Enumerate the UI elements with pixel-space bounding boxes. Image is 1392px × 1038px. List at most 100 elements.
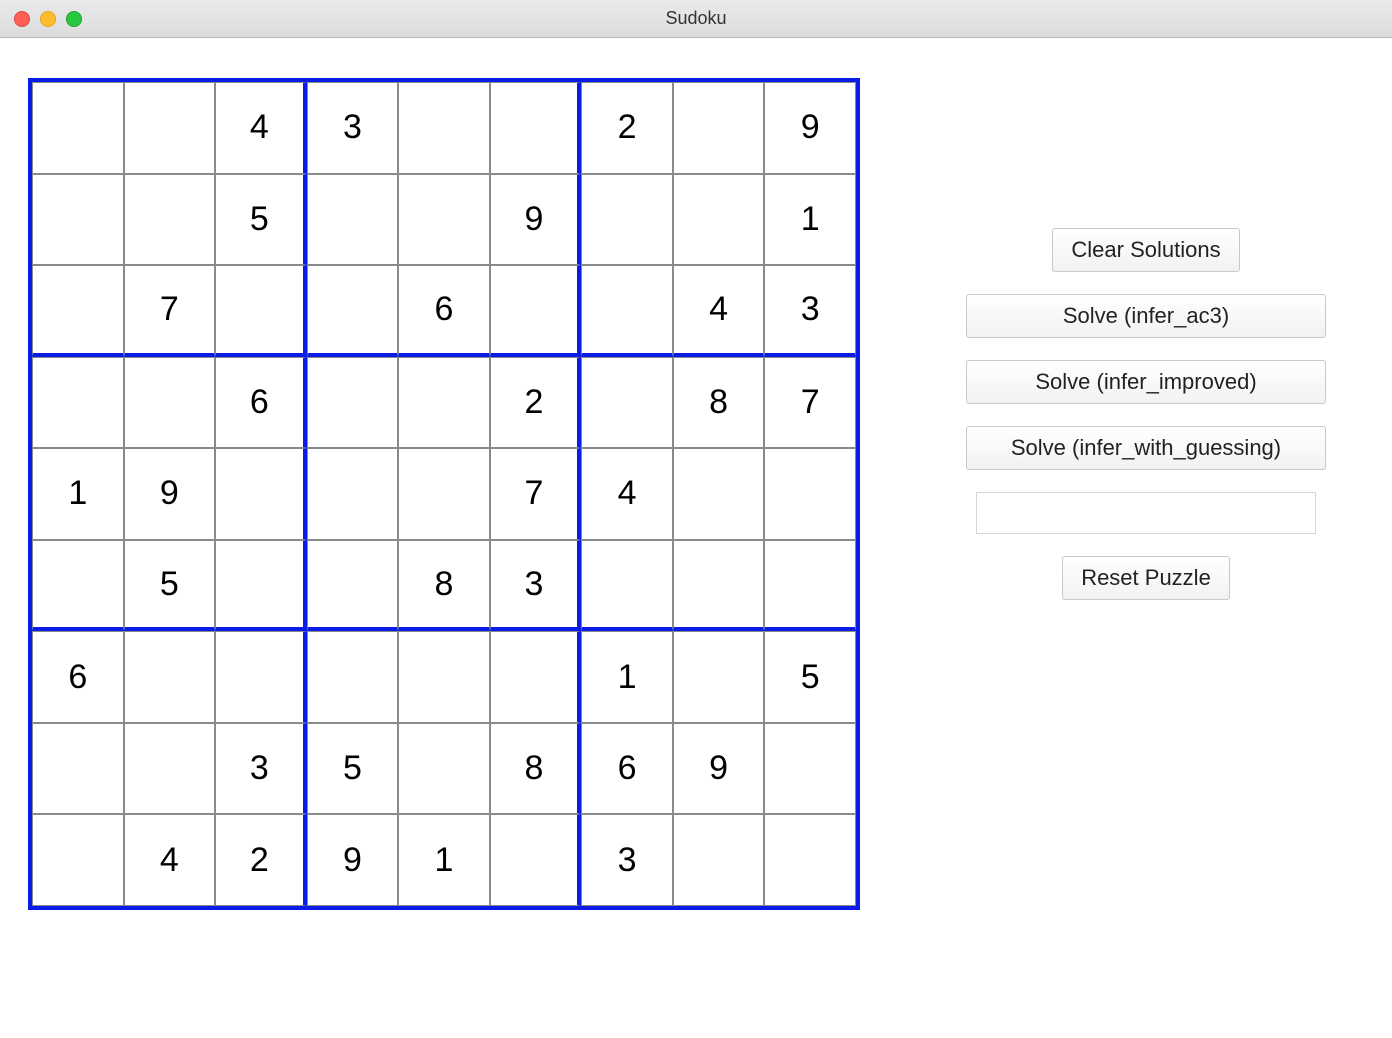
- content-area: 43295917643628719745836153586942913 Clea…: [0, 38, 1392, 930]
- board-cell[interactable]: [215, 540, 307, 632]
- board-cell[interactable]: [398, 82, 490, 174]
- board-cell[interactable]: 9: [673, 723, 765, 815]
- board-cell[interactable]: [307, 357, 399, 449]
- solve-improved-button[interactable]: Solve (infer_improved): [966, 360, 1326, 404]
- sudoku-board: 43295917643628719745836153586942913: [28, 78, 860, 910]
- board-row: 5 83: [32, 540, 856, 632]
- board-cell[interactable]: 4: [581, 448, 673, 540]
- board-cell[interactable]: [398, 723, 490, 815]
- board-cell[interactable]: [490, 265, 582, 357]
- board-cell[interactable]: [215, 265, 307, 357]
- board-cell[interactable]: 6: [215, 357, 307, 449]
- board-cell[interactable]: 9: [307, 814, 399, 906]
- board-cell[interactable]: [124, 723, 216, 815]
- board-cell[interactable]: [307, 631, 399, 723]
- board-cell[interactable]: [124, 357, 216, 449]
- titlebar: Sudoku: [0, 0, 1392, 38]
- board-cell[interactable]: [764, 448, 856, 540]
- solve-ac3-button[interactable]: Solve (infer_ac3): [966, 294, 1326, 338]
- board-cell[interactable]: [32, 357, 124, 449]
- board-cell[interactable]: [490, 631, 582, 723]
- board-cell[interactable]: 7: [490, 448, 582, 540]
- board-cell[interactable]: [32, 82, 124, 174]
- board-cell[interactable]: 4: [124, 814, 216, 906]
- board-cell[interactable]: 3: [764, 265, 856, 357]
- minimize-icon[interactable]: [40, 11, 56, 27]
- board-cell[interactable]: 1: [398, 814, 490, 906]
- board-cell[interactable]: 9: [764, 82, 856, 174]
- board-cell[interactable]: 9: [124, 448, 216, 540]
- board-cell[interactable]: [32, 265, 124, 357]
- board-cell[interactable]: 8: [673, 357, 765, 449]
- board-cell[interactable]: [490, 814, 582, 906]
- board-cell[interactable]: [764, 723, 856, 815]
- close-icon[interactable]: [14, 11, 30, 27]
- board-cell[interactable]: [673, 174, 765, 266]
- board-cell[interactable]: [581, 174, 673, 266]
- board-cell[interactable]: 2: [215, 814, 307, 906]
- board-cell[interactable]: 5: [764, 631, 856, 723]
- board-cell[interactable]: 7: [124, 265, 216, 357]
- board-cell[interactable]: [124, 631, 216, 723]
- board-cell[interactable]: [398, 448, 490, 540]
- board-cell[interactable]: 6: [398, 265, 490, 357]
- board-cell[interactable]: [581, 357, 673, 449]
- board-cell[interactable]: 7: [764, 357, 856, 449]
- board-cell[interactable]: [764, 814, 856, 906]
- board-cell[interactable]: 6: [581, 723, 673, 815]
- reset-puzzle-button[interactable]: Reset Puzzle: [1062, 556, 1230, 600]
- board-cell[interactable]: 4: [215, 82, 307, 174]
- clear-solutions-button[interactable]: Clear Solutions: [1052, 228, 1239, 272]
- puzzle-input[interactable]: [976, 492, 1316, 534]
- board-cell[interactable]: 3: [215, 723, 307, 815]
- board-cell[interactable]: [32, 723, 124, 815]
- board-cell[interactable]: 1: [764, 174, 856, 266]
- board-cell[interactable]: [490, 82, 582, 174]
- board-cell[interactable]: 5: [124, 540, 216, 632]
- board-cell[interactable]: 2: [581, 82, 673, 174]
- board-cell[interactable]: [307, 174, 399, 266]
- board-cell[interactable]: [32, 540, 124, 632]
- board-cell[interactable]: [673, 540, 765, 632]
- board-cell[interactable]: [673, 448, 765, 540]
- board-cell[interactable]: [581, 540, 673, 632]
- board-cell[interactable]: 1: [32, 448, 124, 540]
- board-cell[interactable]: [32, 174, 124, 266]
- board-cell[interactable]: 1: [581, 631, 673, 723]
- board-cell[interactable]: 9: [490, 174, 582, 266]
- board-cell[interactable]: [581, 265, 673, 357]
- board-row: 5 9 1: [32, 174, 856, 266]
- board-cell[interactable]: [124, 82, 216, 174]
- board-cell[interactable]: [124, 174, 216, 266]
- board-cell[interactable]: [215, 448, 307, 540]
- board-cell[interactable]: 6: [32, 631, 124, 723]
- board-cell[interactable]: 3: [307, 82, 399, 174]
- board-cell[interactable]: [673, 82, 765, 174]
- board-cell[interactable]: 3: [581, 814, 673, 906]
- board-cell[interactable]: [32, 814, 124, 906]
- board-row: 42913: [32, 814, 856, 906]
- board-row: 43 29: [32, 82, 856, 174]
- controls-sidebar: Clear Solutions Solve (infer_ac3) Solve …: [860, 78, 1372, 910]
- board-cell[interactable]: [673, 631, 765, 723]
- board-cell[interactable]: [307, 540, 399, 632]
- solve-guessing-button[interactable]: Solve (infer_with_guessing): [966, 426, 1326, 470]
- board-cell[interactable]: [307, 265, 399, 357]
- board-cell[interactable]: 5: [307, 723, 399, 815]
- board-cell[interactable]: [398, 631, 490, 723]
- board-cell[interactable]: 5: [215, 174, 307, 266]
- board-cell[interactable]: 4: [673, 265, 765, 357]
- maximize-icon[interactable]: [66, 11, 82, 27]
- board-cell[interactable]: 2: [490, 357, 582, 449]
- board-row: 6 15: [32, 631, 856, 723]
- board-cell[interactable]: [307, 448, 399, 540]
- board-cell[interactable]: [398, 174, 490, 266]
- board-cell[interactable]: [215, 631, 307, 723]
- board-cell[interactable]: 8: [490, 723, 582, 815]
- board-cell[interactable]: [673, 814, 765, 906]
- board-cell[interactable]: 3: [490, 540, 582, 632]
- board-cell[interactable]: [398, 357, 490, 449]
- board-cell[interactable]: 8: [398, 540, 490, 632]
- board-cell[interactable]: [764, 540, 856, 632]
- window-controls: [14, 11, 82, 27]
